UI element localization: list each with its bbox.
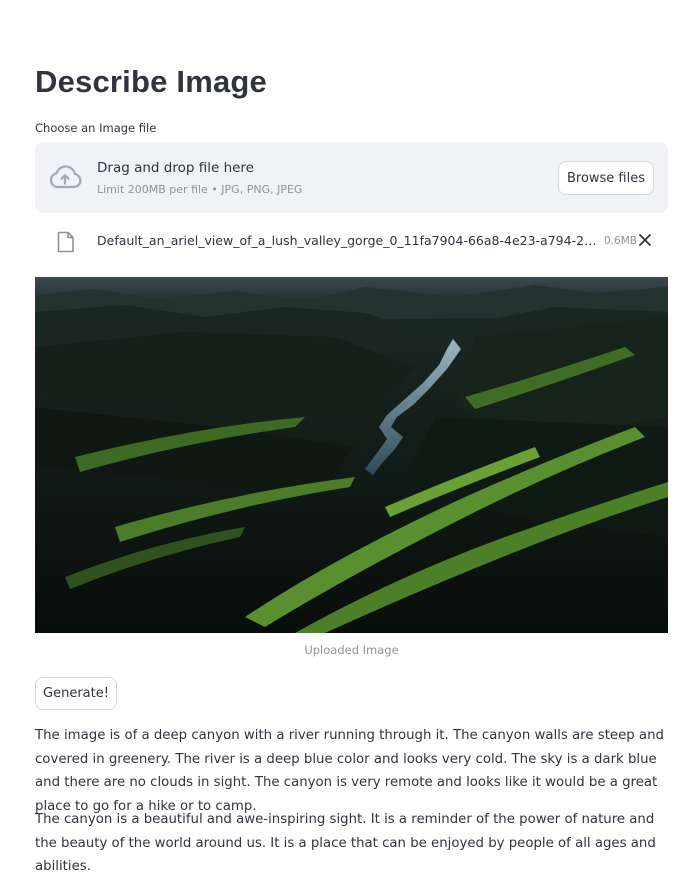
uploaded-image xyxy=(35,277,668,633)
page-title: Describe Image xyxy=(35,64,267,99)
dropzone-title: Drag and drop file here xyxy=(97,160,254,176)
output-paragraph: The image is of a deep canyon with a riv… xyxy=(35,728,664,814)
close-icon[interactable] xyxy=(638,233,652,247)
image-caption: Uploaded Image xyxy=(304,643,399,657)
generate-button[interactable]: Generate! xyxy=(35,677,117,710)
app-page: Describe Image Choose an Image file Drag… xyxy=(0,0,695,875)
uploader-label: Choose an Image file xyxy=(35,121,157,135)
browse-files-button[interactable]: Browse files xyxy=(558,161,654,195)
uploaded-file-size: 0.6MB xyxy=(604,235,637,247)
uploaded-file-name: Default_an_ariel_view_of_a_lush_valley_g… xyxy=(97,233,599,248)
output-paragraph: The canyon is a beautiful and awe-inspir… xyxy=(35,812,656,875)
file-icon xyxy=(57,231,74,253)
file-dropzone[interactable]: Drag and drop file here Limit 200MB per … xyxy=(35,142,668,213)
dropzone-subtitle: Limit 200MB per file • JPG, PNG, JPEG xyxy=(97,183,303,196)
canyon-image xyxy=(35,277,668,633)
cloud-upload-icon xyxy=(49,165,82,189)
uploaded-file-row: Default_an_ariel_view_of_a_lush_valley_g… xyxy=(35,226,668,256)
